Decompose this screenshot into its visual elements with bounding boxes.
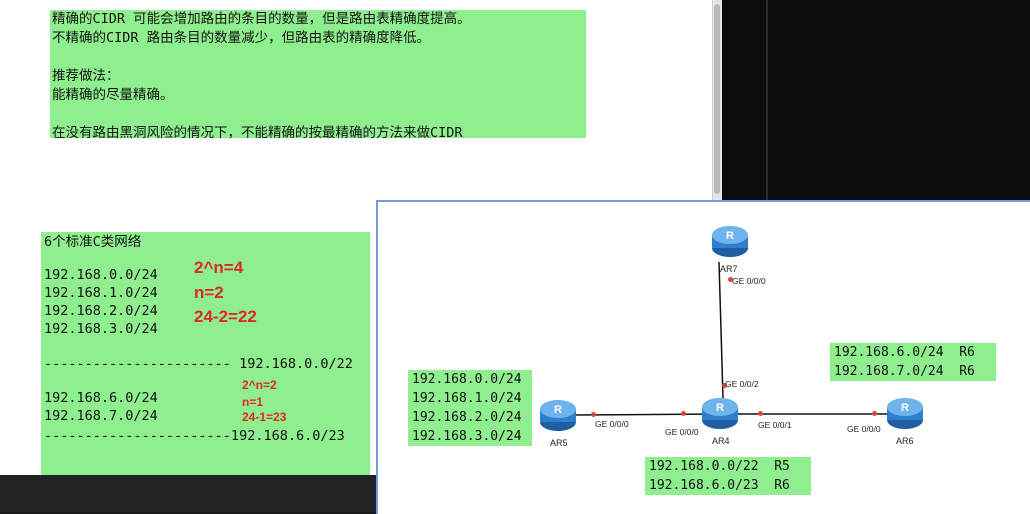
port-label: GE 0/0/1 bbox=[758, 420, 792, 430]
calc-annotation: n=2 bbox=[194, 283, 224, 302]
subnet-line: 192.168.2.0/24 bbox=[44, 303, 158, 319]
network-line: 192.168.6.0/24 R6 bbox=[834, 345, 975, 360]
subnet-line: 192.168.0.0/24 bbox=[44, 267, 158, 283]
router-icon[interactable]: R bbox=[701, 394, 739, 432]
summary-line: -----------------------192.168.6.0/23 bbox=[44, 428, 345, 444]
router-label-ar5: AR5 bbox=[550, 438, 568, 448]
router-icon[interactable]: R bbox=[886, 394, 924, 432]
calc-annotation: 2^n=4 bbox=[194, 258, 244, 277]
port-label: GE 0/0/2 bbox=[725, 379, 759, 389]
note-line: 在没有路由黑洞风险的情况下，不能精确的按最精确的方法来做CIDR bbox=[52, 125, 463, 141]
subnet-line: 192.168.7.0/24 bbox=[44, 408, 158, 424]
port-dot bbox=[681, 411, 686, 416]
cidr-note-box: 精确的CIDR 可能会增加路由的条目的数量，但是路由表精确度提高。 不精确的CI… bbox=[50, 10, 586, 141]
subnet-heading: 6个标准C类网络 bbox=[44, 234, 142, 250]
calc-annotation: 2^n=2 bbox=[242, 378, 277, 392]
network-line: 192.168.0.0/24 bbox=[412, 372, 522, 387]
port-dot bbox=[872, 411, 877, 416]
subnet-line: 192.168.3.0/24 bbox=[44, 321, 158, 337]
route-line: 192.168.0.0/22 R5 bbox=[649, 459, 790, 474]
svg-text:R: R bbox=[726, 230, 734, 242]
subnet-line: 192.168.6.0/24 bbox=[44, 390, 158, 406]
port-label: GE 0/0/0 bbox=[665, 427, 699, 437]
route-line: 192.168.6.0/23 R6 bbox=[649, 478, 790, 493]
calc-annotation: n=1 bbox=[242, 395, 264, 409]
scrollbar-thumb[interactable] bbox=[714, 4, 720, 194]
note-line: 精确的CIDR 可能会增加路由的条目的数量，但是路由表精确度提高。 bbox=[52, 11, 471, 27]
ar6-networks-box: 192.168.6.0/24 R6 192.168.7.0/24 R6 bbox=[830, 343, 996, 381]
router-icon[interactable]: R bbox=[711, 222, 749, 260]
subnet-line: 192.168.1.0/24 bbox=[44, 285, 158, 301]
summary-line: ----------------------- 192.168.0.0/22 bbox=[44, 356, 353, 372]
router-label-ar6: AR6 bbox=[896, 436, 914, 446]
router-label-ar7: AR7 bbox=[720, 264, 738, 274]
ar5-networks-box: 192.168.0.0/24 192.168.1.0/24 192.168.2.… bbox=[408, 370, 532, 446]
note-line: 推荐做法： bbox=[52, 68, 120, 84]
dark-side-panel bbox=[722, 0, 1030, 200]
topology-canvas[interactable]: R R R R AR7 AR5 AR4 AR6 GE 0/0/0 GE 0/0/… bbox=[376, 200, 1030, 514]
panel-divider bbox=[766, 0, 768, 200]
network-line: 192.168.7.0/24 R6 bbox=[834, 364, 975, 379]
router-label-ar4: AR4 bbox=[712, 436, 730, 446]
network-line: 192.168.2.0/24 bbox=[412, 410, 522, 425]
ar4-routes-box: 192.168.0.0/22 R5 192.168.6.0/23 R6 bbox=[645, 457, 811, 495]
port-dot bbox=[758, 411, 763, 416]
calc-annotation: 24-1=23 bbox=[242, 410, 287, 424]
network-line: 192.168.3.0/24 bbox=[412, 429, 522, 444]
port-dot bbox=[591, 412, 596, 417]
port-label: GE 0/0/0 bbox=[847, 424, 881, 434]
svg-text:R: R bbox=[716, 402, 724, 414]
port-label: GE 0/0/0 bbox=[595, 419, 629, 429]
network-line: 192.168.1.0/24 bbox=[412, 391, 522, 406]
port-label: GE 0/0/0 bbox=[732, 276, 766, 286]
note-line: 能精确的尽量精确。 bbox=[52, 87, 174, 103]
link-ar5-ar4 bbox=[573, 413, 722, 416]
note-line bbox=[50, 105, 586, 124]
calc-annotation: 24-2=22 bbox=[194, 307, 257, 326]
link-ar7-ar4 bbox=[718, 261, 724, 399]
note-line: 不精确的CIDR 路由条目的数量减少，但路由表的精确度降低。 bbox=[52, 30, 431, 46]
svg-text:R: R bbox=[554, 404, 562, 416]
subnet-summary-box: 6个标准C类网络 192.168.0.0/24 192.168.1.0/24 1… bbox=[41, 232, 370, 475]
note-line bbox=[50, 48, 586, 67]
svg-text:R: R bbox=[901, 402, 909, 414]
router-icon[interactable]: R bbox=[539, 396, 577, 434]
